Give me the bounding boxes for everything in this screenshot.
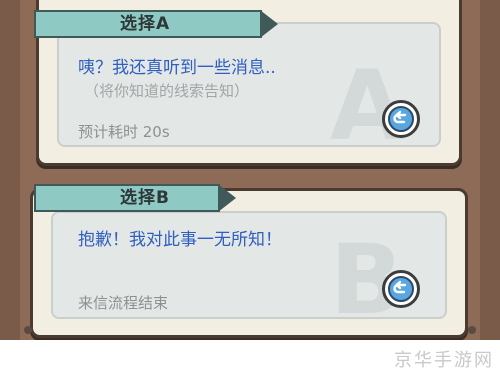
right-frame [480,0,500,340]
replay-arrow-icon [388,276,414,302]
corner-pin [468,326,476,334]
option-a-reply: 咦？我还真听到一些消息.. [78,58,276,78]
option-a-title-ribbon: 选择A [34,10,278,38]
option-a-title: 选择A [120,14,171,34]
option-b-reply: 抱歉！我对此事一无所知！ [78,230,282,250]
left-frame [0,0,20,340]
option-b-title: 选择B [120,188,170,208]
option-a-replay-button[interactable] [382,100,420,138]
option-a-duration: 预计耗时 20s [78,123,170,141]
corner-pin [24,326,32,334]
site-watermark: 京华手游网 [394,350,494,371]
option-b-title-ribbon: 选择B [34,184,236,212]
option-b-replay-button[interactable] [382,270,420,308]
option-b-status: 来信流程结束 [78,294,169,312]
option-a-hint: （将你知道的线索告知） [84,82,250,100]
replay-arrow-icon [388,106,414,132]
